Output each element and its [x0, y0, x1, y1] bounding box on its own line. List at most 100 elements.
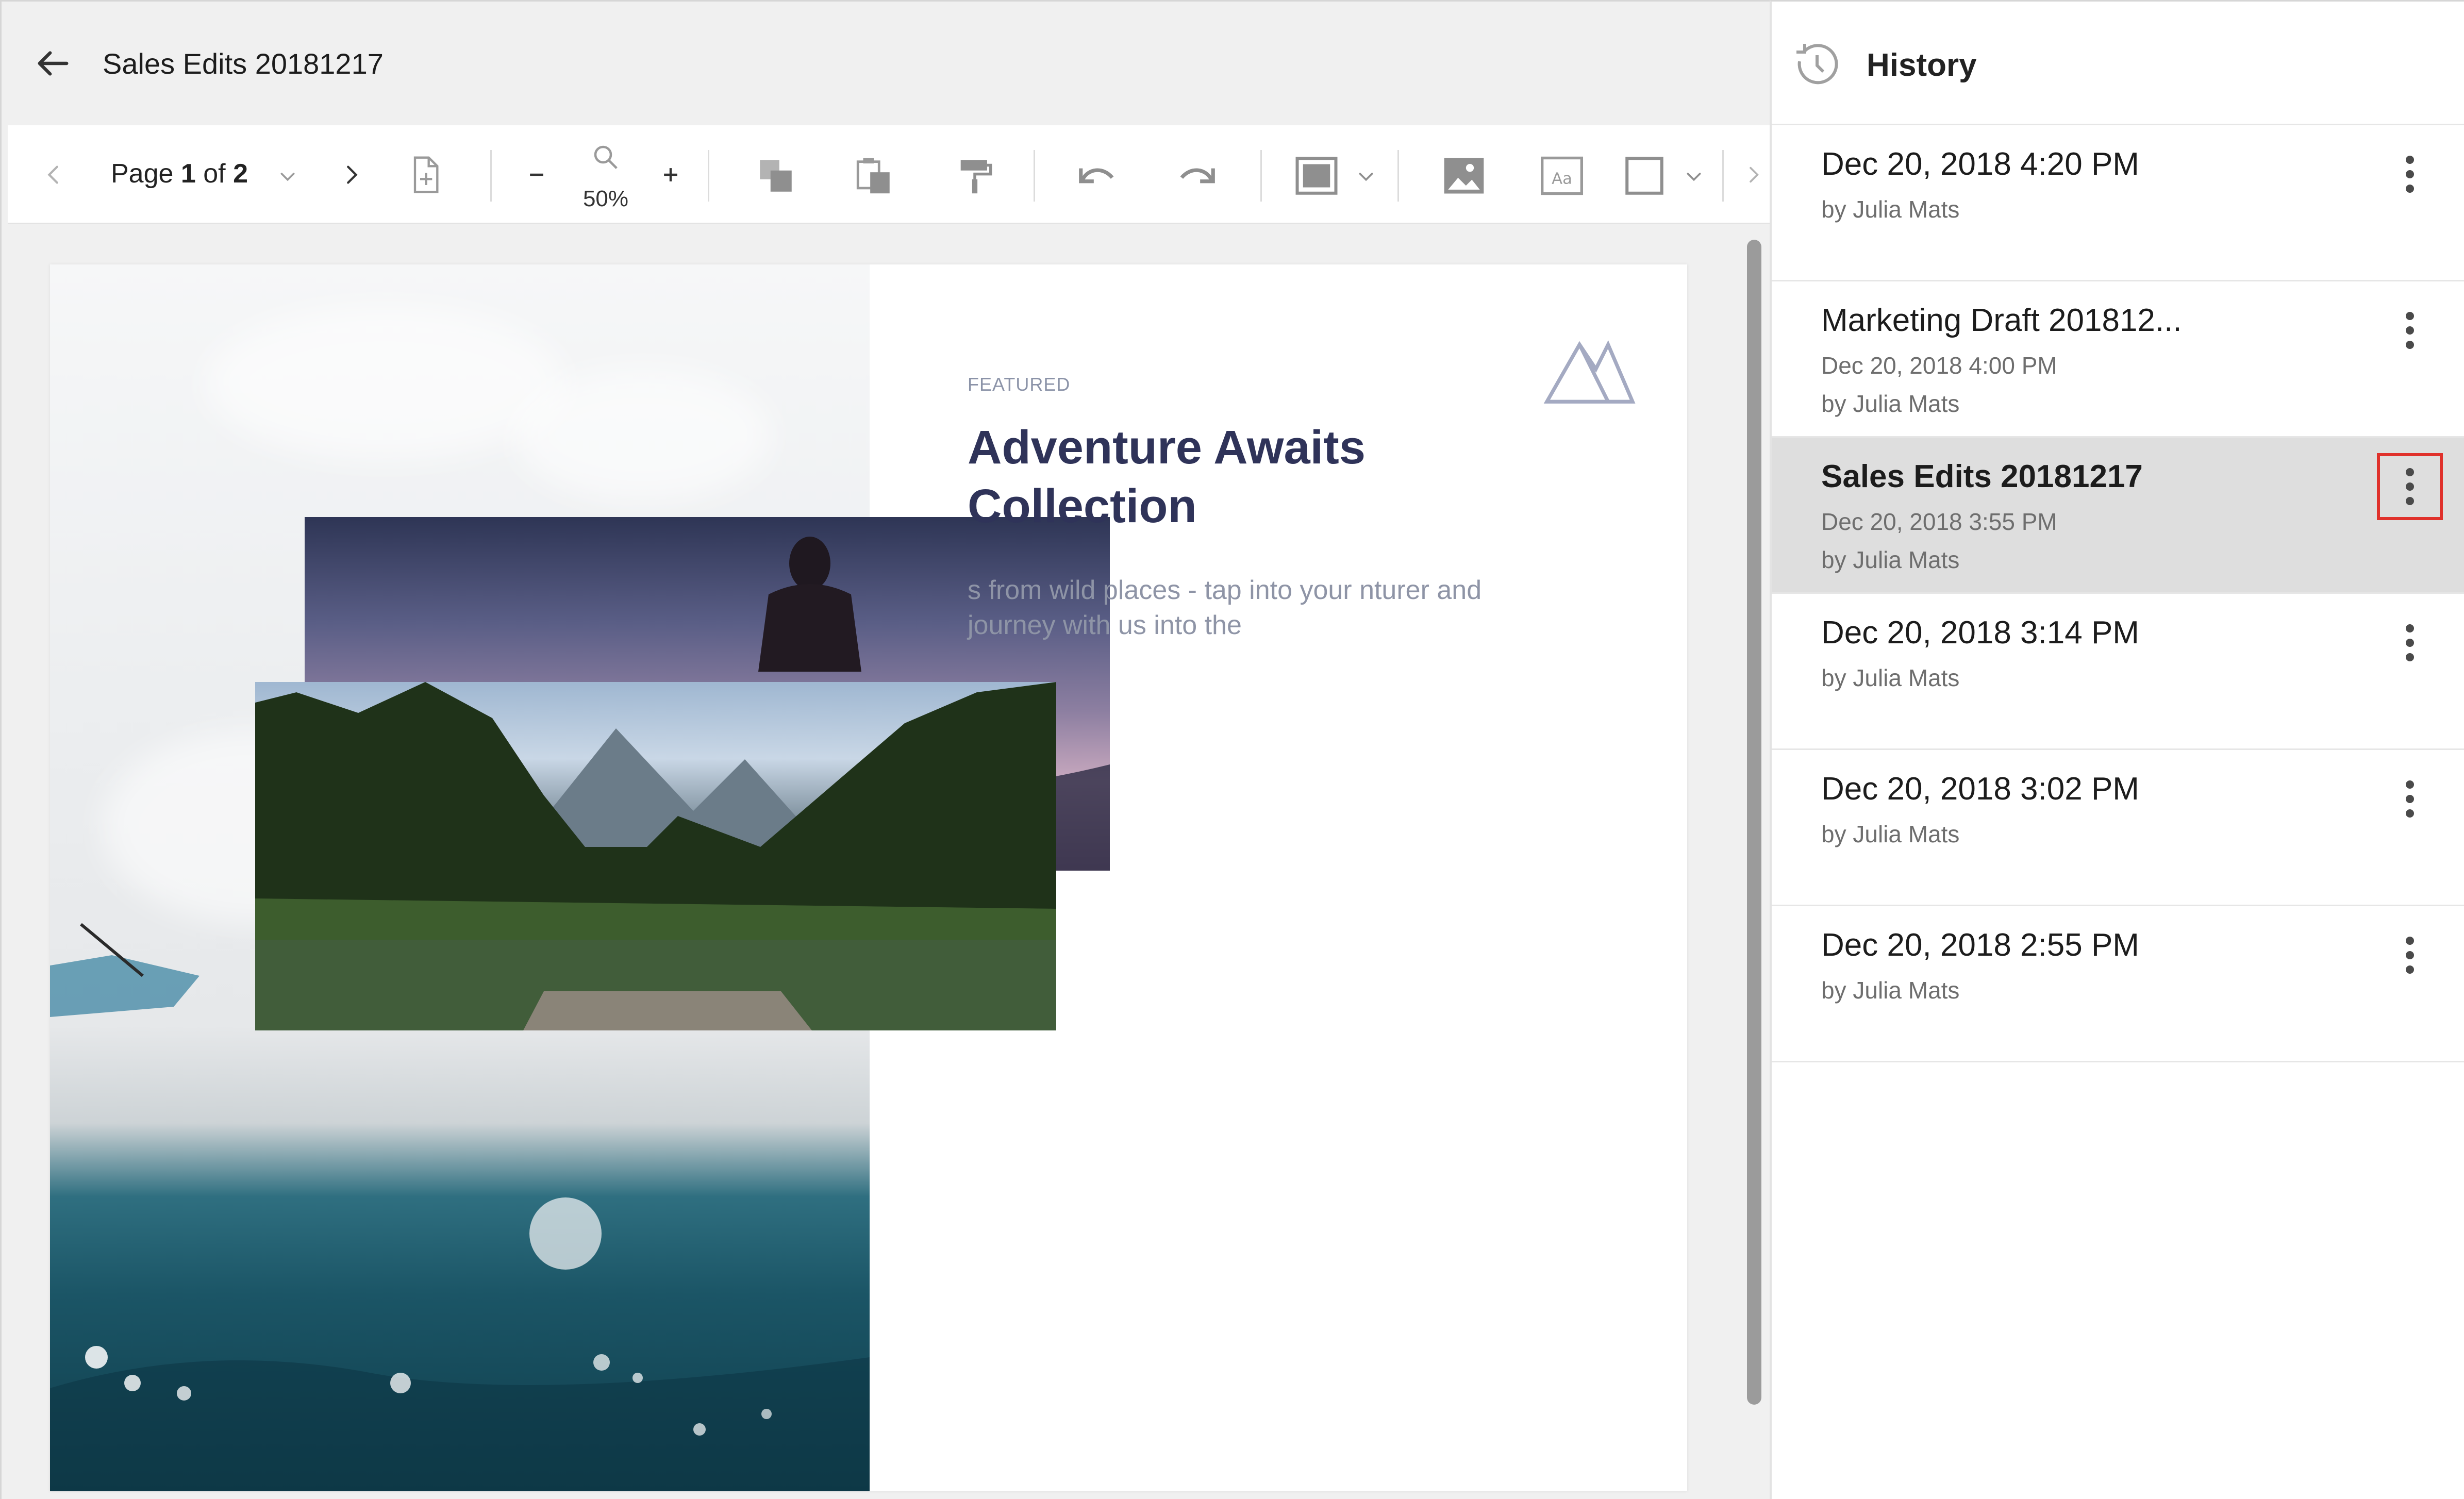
svg-text:Aa: Aa — [1552, 170, 1572, 188]
zoom-level: 50% — [582, 186, 629, 211]
format-painter-button[interactable] — [949, 150, 1001, 202]
history-item-menu-button[interactable] — [2377, 453, 2443, 520]
undo-button[interactable] — [1072, 150, 1123, 202]
page-dropdown-button[interactable] — [270, 158, 306, 194]
document-canvas[interactable]: FEATURED Adventure Awaits Collection s f… — [8, 226, 1740, 1499]
zoom-in-button[interactable] — [650, 154, 691, 195]
text-box-icon: Aa — [1540, 156, 1584, 195]
add-page-icon — [413, 156, 439, 193]
chevron-right-icon — [347, 165, 358, 184]
toolbar-separator — [490, 150, 492, 202]
history-item-author: by Julia Mats — [1821, 196, 1960, 223]
mountain-logo-icon — [1543, 340, 1636, 404]
more-vertical-icon — [2406, 468, 2414, 505]
shape-dropdown-button[interactable] — [1676, 158, 1712, 194]
history-item-date: Dec 20, 2018 4:00 PM — [1821, 352, 2057, 379]
page-of: of — [195, 159, 234, 189]
history-item[interactable]: Dec 20, 2018 2:55 PM by Julia Mats — [1772, 906, 2464, 1062]
vertical-scrollbar[interactable] — [1747, 240, 1761, 1405]
paste-icon — [856, 158, 890, 194]
collection-heading[interactable]: Adventure Awaits Collection — [968, 418, 1535, 536]
editor-top-bar: Sales Edits 20181217 — [2, 2, 1770, 125]
page-prefix: Page — [111, 159, 181, 189]
toolbar: Page 1 of 2 50% Aa — [8, 125, 1770, 224]
toolbar-separator — [1722, 150, 1724, 202]
history-item-title: Dec 20, 2018 2:55 PM — [1821, 927, 2139, 963]
history-header: History — [1772, 2, 2464, 125]
insert-text-button[interactable]: Aa — [1534, 150, 1590, 202]
history-title: History — [1867, 47, 1977, 83]
featured-label[interactable]: FEATURED — [968, 374, 1070, 395]
toolbar-separator — [1397, 150, 1399, 202]
history-item-author: by Julia Mats — [1821, 390, 1960, 417]
history-item-menu-button[interactable] — [2377, 141, 2443, 208]
more-vertical-icon — [2406, 780, 2414, 818]
document-title: Sales Edits 20181217 — [103, 47, 384, 80]
history-item-title: Dec 20, 2018 3:02 PM — [1821, 771, 2139, 807]
history-item-menu-button[interactable] — [2377, 922, 2443, 989]
plus-icon — [664, 168, 677, 181]
more-vertical-icon — [2406, 156, 2414, 193]
more-vertical-icon — [2406, 312, 2414, 349]
history-item-date: Dec 20, 2018 3:55 PM — [1821, 508, 2057, 535]
chevron-down-icon — [1687, 173, 1701, 181]
image-icon — [1444, 158, 1484, 194]
toolbar-separator — [708, 150, 709, 202]
magnifier-icon — [594, 145, 618, 169]
page-indicator[interactable]: Page 1 of 2 — [111, 158, 248, 189]
next-page-button[interactable] — [330, 154, 372, 195]
collection-body-text[interactable]: s from wild places - tap into your nture… — [968, 573, 1566, 643]
more-vertical-icon — [2406, 937, 2414, 974]
history-item-menu-button[interactable] — [2377, 297, 2443, 364]
paint-roller-icon — [960, 160, 992, 194]
insert-shape-button[interactable] — [1616, 150, 1673, 202]
redo-button[interactable] — [1171, 150, 1222, 202]
history-item-title: Dec 20, 2018 3:14 PM — [1821, 615, 2139, 651]
chevron-right-icon — [1750, 166, 1759, 183]
toolbar-more-button[interactable] — [1738, 154, 1769, 195]
back-button[interactable] — [32, 43, 74, 84]
chevron-left-icon — [47, 165, 58, 184]
insert-image-button[interactable] — [1436, 150, 1492, 202]
zoom-out-button[interactable] — [516, 154, 557, 195]
more-vertical-icon — [2406, 624, 2414, 661]
history-item[interactable]: Dec 20, 2018 3:14 PM by Julia Mats — [1772, 594, 2464, 750]
history-item[interactable]: Dec 20, 2018 4:20 PM by Julia Mats — [1772, 125, 2464, 281]
add-page-button[interactable] — [401, 150, 450, 199]
undo-icon — [1079, 168, 1114, 184]
forest-lake-photo[interactable] — [255, 682, 1056, 1030]
chevron-down-icon — [1359, 173, 1373, 181]
minus-icon — [530, 173, 543, 176]
history-item-selected[interactable]: Sales Edits 20181217 Dec 20, 2018 3:55 P… — [1772, 438, 2464, 594]
redo-icon — [1180, 168, 1215, 184]
copy-button[interactable] — [750, 150, 802, 202]
history-item-title: Dec 20, 2018 4:20 PM — [1821, 146, 2139, 182]
page-current: 1 — [180, 159, 196, 189]
zoom-button[interactable] — [585, 137, 626, 178]
previous-page-button[interactable] — [34, 154, 75, 195]
paste-button[interactable] — [848, 150, 900, 202]
document-page[interactable]: FEATURED Adventure Awaits Collection s f… — [50, 264, 1687, 1491]
square-shape-icon — [1625, 157, 1663, 195]
toolbar-separator — [1260, 150, 1262, 202]
layout-dropdown-button[interactable] — [1348, 158, 1384, 194]
history-item-author: by Julia Mats — [1821, 977, 1960, 1004]
history-item[interactable]: Marketing Draft 201812... Dec 20, 2018 4… — [1772, 281, 2464, 438]
history-item-menu-button[interactable] — [2377, 765, 2443, 832]
history-item-author: by Julia Mats — [1821, 821, 1960, 847]
layout-button[interactable] — [1288, 150, 1345, 202]
forest-lake-graphic — [255, 682, 1056, 1030]
history-panel: History Dec 20, 2018 4:20 PM by Julia Ma… — [1770, 0, 2464, 1499]
copy-icon — [760, 160, 792, 192]
editor-area: Sales Edits 20181217 Page 1 of 2 50% Aa … — [0, 0, 1770, 1499]
chevron-down-icon — [280, 173, 295, 181]
history-item[interactable]: Dec 20, 2018 3:02 PM by Julia Mats — [1772, 750, 2464, 906]
arrow-left-icon — [38, 51, 69, 76]
history-item-title: Sales Edits 20181217 — [1821, 459, 2143, 494]
history-clock-icon — [1796, 44, 1838, 85]
toolbar-separator — [1034, 150, 1035, 202]
history-item-author: by Julia Mats — [1821, 664, 1960, 691]
history-item-author: by Julia Mats — [1821, 546, 1960, 573]
layout-frame-icon — [1295, 157, 1338, 195]
history-item-menu-button[interactable] — [2377, 609, 2443, 676]
